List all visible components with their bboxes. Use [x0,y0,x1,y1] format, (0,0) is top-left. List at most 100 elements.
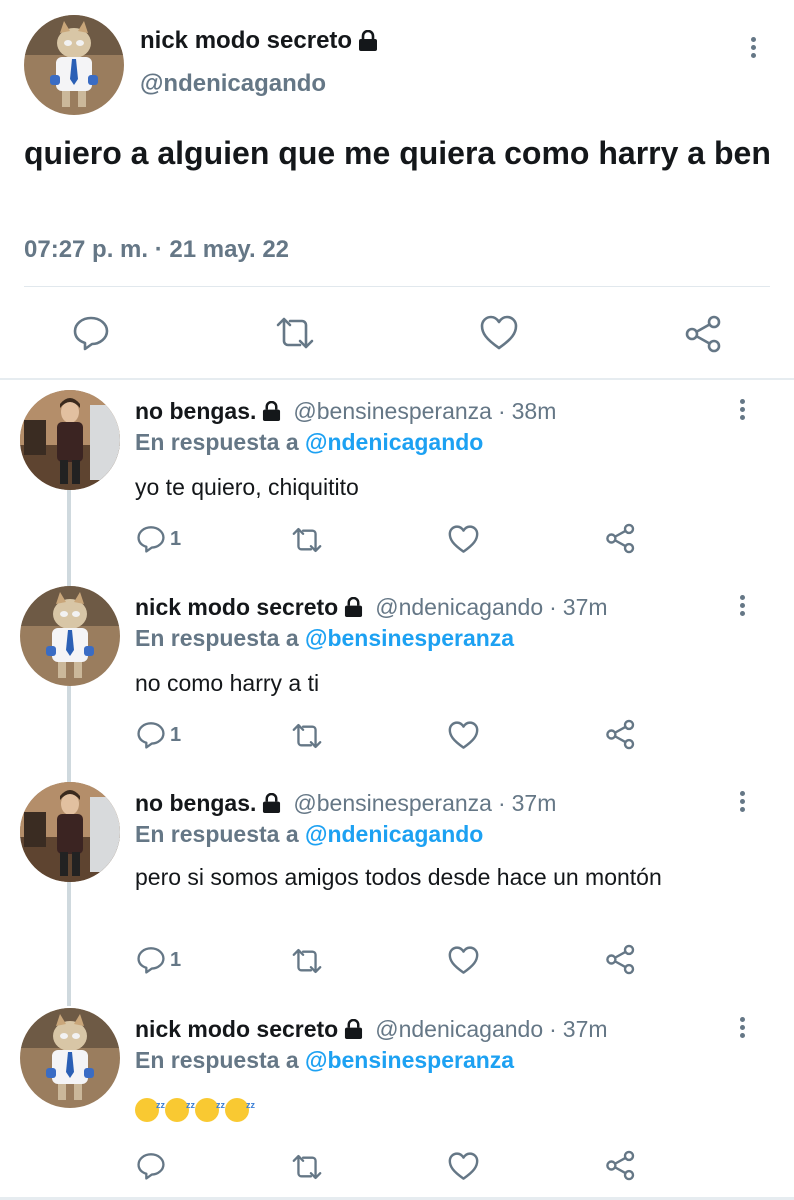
reply-header: nick modo secreto @ndenicagando · 37m [135,594,608,621]
sleeping-face-emoji: zz [195,1098,225,1122]
reply-display-name[interactable]: no bengas. [135,790,281,817]
separator-dot: · [497,398,506,424]
retweet-icon [292,948,322,974]
reply-tweet[interactable]: nick modo secreto @ndenicagando · 37m En… [0,1008,794,1198]
reply-prefix: En respuesta a [135,625,306,651]
heart-icon [480,315,518,350]
reply-handle[interactable]: @ndenicagando [375,1016,543,1043]
more-options-icon[interactable] [738,791,746,815]
main-tweet-timestamp[interactable]: 07:27 p. m. · 21 may. 22 [24,236,289,264]
separator-dot: · [549,594,557,620]
reply-text: pero si somos amigos todos desde hace un… [135,864,662,890]
retweet-icon [292,723,322,749]
retweet-icon [276,317,314,349]
main-tweet-avatar[interactable] [24,15,124,115]
reply-context: En respuesta a @ndenicagando [135,429,483,456]
reply-header: nick modo secreto @ndenicagando · 37m [135,1016,608,1043]
retweet-button[interactable] [274,315,316,356]
reply-button[interactable]: 1 [136,721,181,749]
cat-avatar-image [20,1008,120,1108]
share-icon [606,523,635,554]
reply-context: En respuesta a @bensinesperanza [135,625,514,652]
display-name-text: nick modo secreto [135,1016,339,1042]
reply-time[interactable]: 37m [563,594,608,621]
reply-avatar[interactable] [20,586,120,686]
reply-text: no como harry a ti [135,670,320,696]
share-button[interactable] [605,523,637,554]
share-icon [606,719,635,750]
reply-to-mention[interactable]: @bensinesperanza [305,1047,514,1073]
reply-handle[interactable]: @ndenicagando [375,594,543,621]
reply-display-name[interactable]: no bengas. [135,398,281,425]
separator-dot: · [497,790,506,816]
comment-icon [137,1153,165,1180]
reply-header: no bengas. @bensinesperanza · 38m [135,398,556,425]
reply-text: yo te quiero, chiquitito [135,474,359,500]
lock-icon [359,30,378,51]
reply-tweet[interactable]: no bengas. @bensinesperanza · 38m En res… [0,390,794,586]
reply-prefix: En respuesta a [135,1047,306,1073]
retweet-button[interactable] [290,526,324,554]
reply-button[interactable]: 1 [136,946,181,974]
share-icon [606,944,635,975]
main-tweet-display-name[interactable]: nick modo secreto [140,27,378,55]
sleeping-face-emoji: zz [165,1098,195,1122]
reply-handle[interactable]: @bensinesperanza [293,398,492,425]
reply-tweet[interactable]: no bengas. @bensinesperanza · 37m En res… [0,782,794,1008]
reply-button[interactable] [72,315,110,356]
main-tweet-handle[interactable]: @ndenicagando [140,70,326,98]
reply-header: no bengas. @bensinesperanza · 37m [135,790,556,817]
divider [24,286,770,287]
lock-icon [263,401,281,421]
reply-button[interactable]: 1 [136,525,181,553]
reply-to-mention[interactable]: @ndenicagando [305,821,483,847]
like-button[interactable] [480,315,518,356]
heart-icon [448,525,479,553]
share-button[interactable] [605,1150,637,1181]
person-avatar-image [20,390,120,490]
display-name-text: nick modo secreto [135,594,339,620]
like-button[interactable] [448,1152,479,1181]
reply-prefix: En respuesta a [135,821,306,847]
retweet-button[interactable] [290,722,324,750]
reply-handle[interactable]: @bensinesperanza [293,790,492,817]
reply-avatar[interactable] [20,1008,120,1108]
share-icon [685,315,721,353]
retweet-button[interactable] [290,1153,324,1181]
heart-icon [448,721,479,749]
reply-count: 1 [170,527,182,550]
more-options-icon[interactable] [749,37,757,61]
share-button[interactable] [684,315,724,358]
reply-to-mention[interactable]: @bensinesperanza [305,625,514,651]
retweet-icon [292,1154,322,1180]
comment-icon [73,316,109,351]
reply-text: zz zz zz zz [135,1098,755,1122]
divider [0,378,794,380]
retweet-button[interactable] [290,947,324,975]
emoji-row: zz zz zz zz [135,1098,755,1122]
like-button[interactable] [448,525,479,554]
share-button[interactable] [605,719,637,750]
reply-count: 1 [170,948,182,971]
reply-time[interactable]: 37m [563,1016,608,1043]
reply-display-name[interactable]: nick modo secreto [135,1016,363,1043]
reply-button[interactable] [136,1152,166,1180]
more-options-icon[interactable] [738,595,746,619]
like-button[interactable] [448,946,479,975]
retweet-icon [292,527,322,553]
reply-tweet[interactable]: nick modo secreto @ndenicagando · 37m En… [0,586,794,782]
reply-avatar[interactable] [20,782,120,882]
comment-icon [137,526,165,553]
like-button[interactable] [448,721,479,750]
share-button[interactable] [605,944,637,975]
reply-time[interactable]: 38m [512,398,557,425]
reply-to-mention[interactable]: @ndenicagando [305,429,483,455]
reply-time[interactable]: 37m [512,790,557,817]
reply-display-name[interactable]: nick modo secreto [135,594,363,621]
more-options-icon[interactable] [738,399,746,423]
reply-avatar[interactable] [20,390,120,490]
sleeping-face-emoji: zz [225,1098,255,1122]
heart-icon [448,946,479,974]
more-options-icon[interactable] [738,1017,746,1041]
sleeping-face-emoji: zz [135,1098,165,1122]
